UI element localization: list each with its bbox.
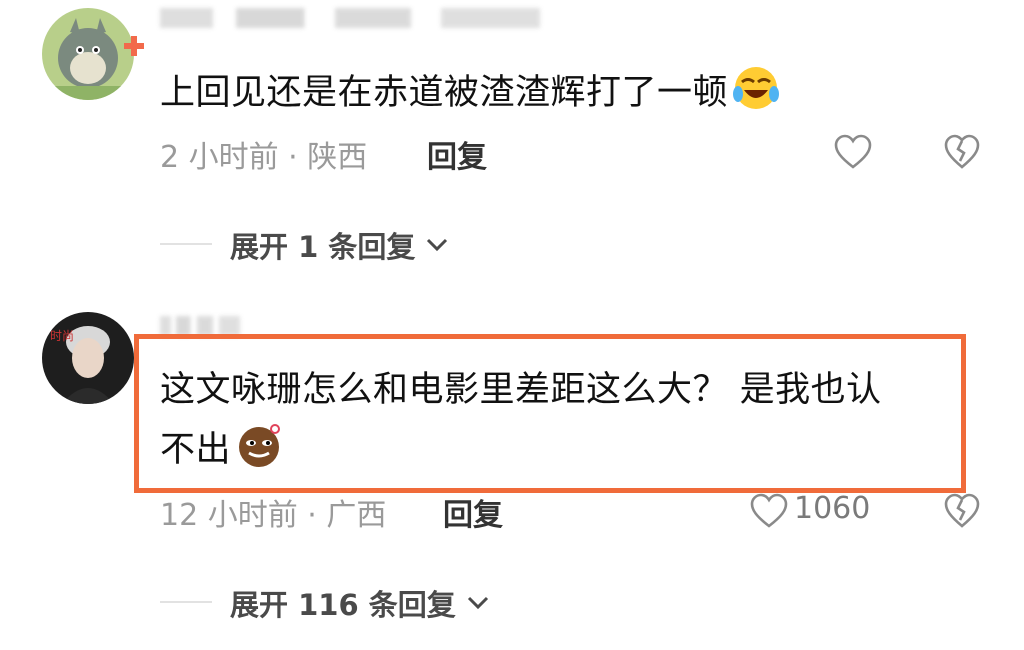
location: 广西	[326, 498, 387, 533]
dislike-broken-heart-icon[interactable]	[944, 134, 980, 170]
like-heart-icon[interactable]	[834, 134, 872, 170]
like-button[interactable]: 1060	[750, 491, 890, 531]
meta-separator: ·	[288, 140, 298, 175]
reply-button[interactable]: 回复	[443, 490, 503, 534]
like-count: 1060	[794, 491, 871, 526]
portrait-avatar-image: 时尚	[42, 312, 134, 404]
expand-divider	[160, 243, 212, 245]
comment-meta: 12 小时前 · 广西	[160, 490, 386, 534]
svg-text:时尚: 时尚	[50, 329, 74, 343]
comment-text: 这文咏珊怎么和电影里差距这么大？ 是我也认 不出	[160, 365, 950, 475]
expand-replies-button[interactable]: 展开 1 条回复	[230, 224, 449, 266]
location: 陕西	[307, 140, 368, 175]
blurred-username[interactable]	[160, 316, 240, 336]
laughing-tears-emoji	[733, 67, 780, 109]
timestamp: 12 小时前	[160, 498, 298, 533]
expand-replies-label: 展开 116 条回复	[230, 588, 456, 622]
blurred-username[interactable]	[160, 8, 540, 28]
chevron-down-icon	[427, 238, 448, 252]
timestamp: 2 小时前	[160, 140, 279, 175]
meta-separator: ·	[307, 498, 317, 533]
like-heart-icon	[750, 493, 788, 528]
smug-face-emoji	[239, 424, 281, 467]
expand-replies-label: 展开 1 条回复	[230, 230, 416, 264]
plus-badge-icon	[122, 34, 146, 58]
comment-text-line2: 不出	[160, 421, 950, 475]
expand-replies-button[interactable]: 展开 116 条回复	[230, 582, 490, 624]
comment-meta: 2 小时前 · 陕西	[160, 132, 367, 176]
chevron-down-icon	[467, 596, 488, 610]
comment-text-line1: 这文咏珊怎么和电影里差距这么大？ 是我也认	[160, 370, 882, 410]
expand-divider	[160, 601, 212, 603]
reply-button[interactable]: 回复	[427, 132, 487, 176]
totoro-avatar-image	[42, 8, 134, 100]
avatar[interactable]: 时尚	[42, 312, 134, 404]
dislike-broken-heart-icon[interactable]	[944, 493, 980, 529]
avatar[interactable]	[42, 8, 134, 100]
comment-text: 上回见还是在赤道被渣渣辉打了一顿	[160, 64, 860, 118]
